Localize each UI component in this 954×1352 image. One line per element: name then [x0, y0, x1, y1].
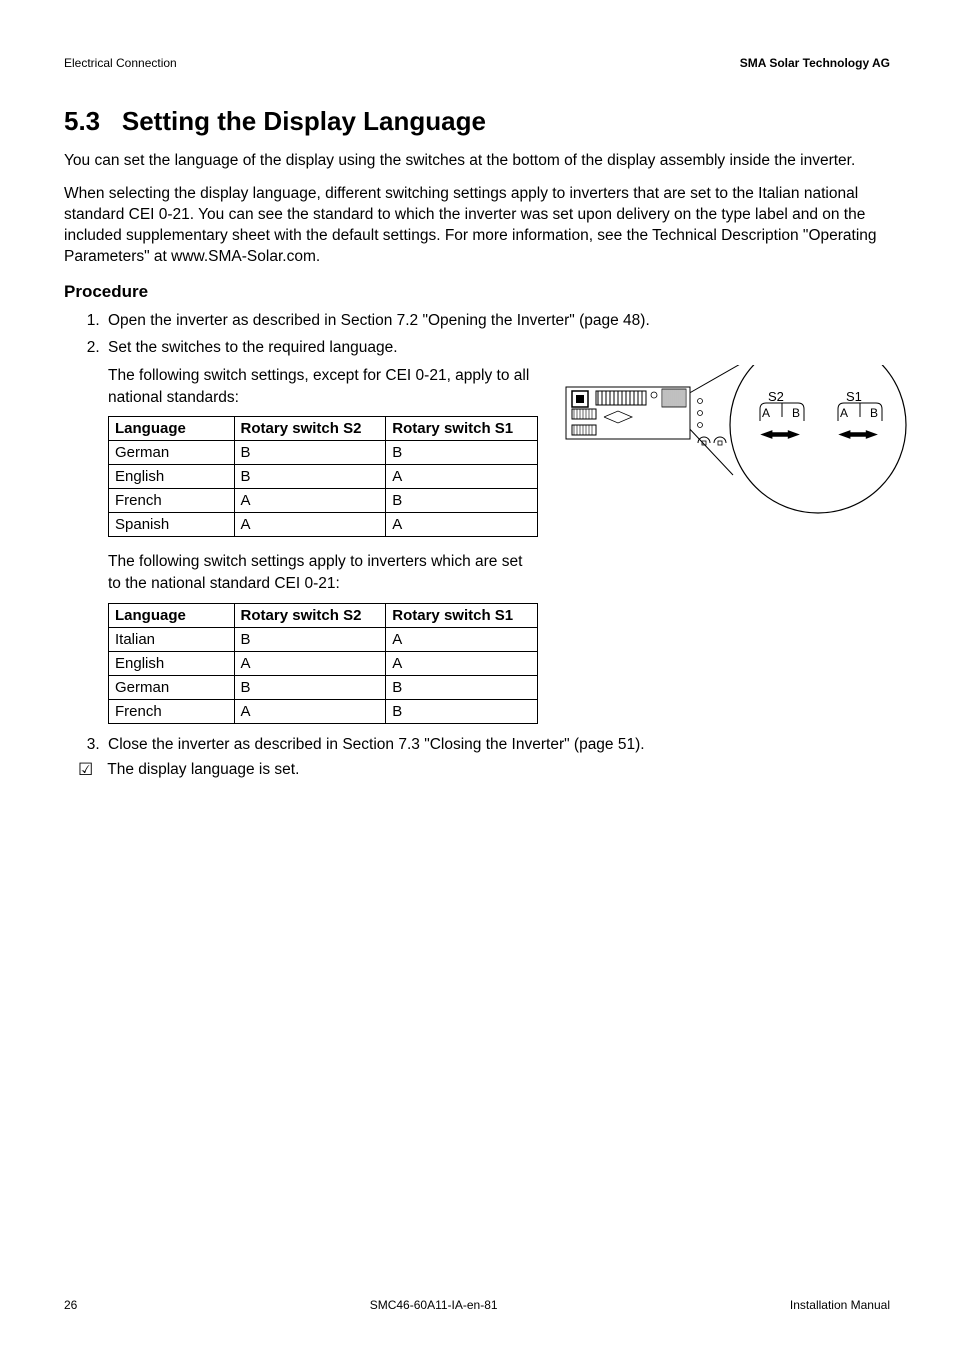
table-header-s1: Rotary switch S1	[386, 417, 538, 441]
check-icon: ☑	[78, 761, 93, 778]
table-row: English A A	[109, 651, 538, 675]
table-header-s2: Rotary switch S2	[234, 417, 386, 441]
substep-text: The following switch settings apply to i…	[108, 551, 538, 594]
footer-doc-id: SMC46-60A11-IA-en-81	[370, 1298, 498, 1312]
substep-text: The following switch settings, except fo…	[108, 365, 538, 408]
intro-paragraph-1: You can set the language of the display …	[64, 151, 890, 172]
table-row: German B B	[109, 441, 538, 465]
table-header-language: Language	[109, 417, 235, 441]
diagram-label-b: B	[870, 406, 878, 420]
header-left: Electrical Connection	[64, 56, 177, 70]
rotary-switch-diagram: S2 A B S1 A B	[558, 365, 918, 515]
diagram-label-s2: S2	[768, 389, 784, 404]
section-title: 5.3 Setting the Display Language	[64, 106, 890, 137]
language-table-all-standards: Language Rotary switch S2 Rotary switch …	[108, 416, 538, 537]
procedure-done: ☑ The display language is set.	[78, 761, 890, 779]
intro-paragraph-2: When selecting the display language, dif…	[64, 184, 890, 268]
procedure-heading: Procedure	[64, 282, 890, 302]
table-row: English B A	[109, 465, 538, 489]
procedure-step: Open the inverter as described in Sectio…	[104, 310, 890, 332]
page-header: Electrical Connection SMA Solar Technolo…	[64, 56, 890, 70]
section-number: 5.3	[64, 106, 100, 136]
section-heading: Setting the Display Language	[122, 106, 486, 136]
table-header-language: Language	[109, 603, 235, 627]
table-header-s2: Rotary switch S2	[234, 603, 386, 627]
table-row: German B B	[109, 675, 538, 699]
procedure-list: Close the inverter as described in Secti…	[64, 734, 890, 756]
table-row: Italian B A	[109, 627, 538, 651]
procedure-step: Close the inverter as described in Secti…	[104, 734, 890, 756]
diagram-label-a: A	[762, 406, 770, 420]
table-row: French A B	[109, 699, 538, 723]
footer-page-number: 26	[64, 1298, 77, 1312]
diagram-label-a: A	[840, 406, 848, 420]
table-row: Spanish A A	[109, 513, 538, 537]
table-header-s1: Rotary switch S1	[386, 603, 538, 627]
page-footer: 26 SMC46-60A11-IA-en-81 Installation Man…	[64, 1298, 890, 1312]
header-right: SMA Solar Technology AG	[740, 56, 890, 70]
footer-right: Installation Manual	[790, 1298, 890, 1312]
procedure-step: Set the switches to the required languag…	[104, 337, 890, 359]
diagram-label-b: B	[792, 406, 800, 420]
language-table-cei021: Language Rotary switch S2 Rotary switch …	[108, 603, 538, 724]
table-row: French A B	[109, 489, 538, 513]
diagram-label-s1: S1	[846, 389, 862, 404]
procedure-list: Open the inverter as described in Sectio…	[64, 310, 890, 359]
